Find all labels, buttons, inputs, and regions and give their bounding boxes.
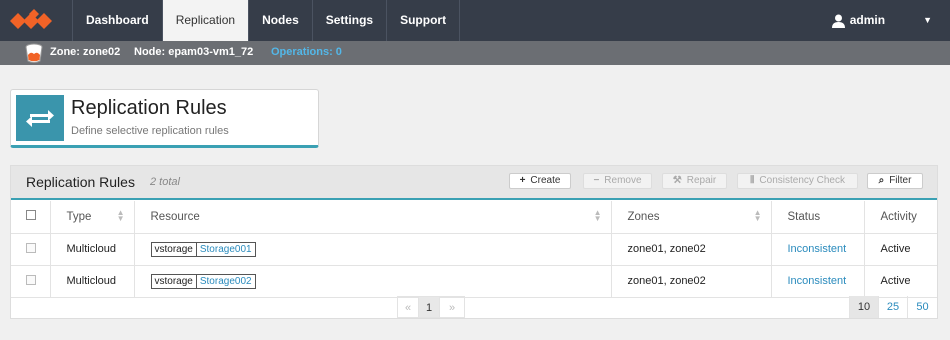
plus-icon: + [519, 175, 526, 186]
column-status: Status [771, 201, 865, 234]
status-link[interactable]: Inconsistent [788, 243, 847, 255]
row-select-cell [11, 265, 51, 298]
create-label: Create [530, 175, 561, 186]
select-all-checkbox[interactable] [26, 210, 36, 221]
nav-replication[interactable]: Replication [161, 0, 249, 41]
column-type-label: Type [66, 210, 92, 223]
top-navbar: Dashboard Replication Nodes Settings Sup… [0, 0, 950, 41]
resource-name-link[interactable]: Storage001 [196, 241, 256, 257]
zone-bucket-icon [25, 43, 43, 63]
next-page-button[interactable]: » [439, 296, 465, 318]
nav-settings[interactable]: Settings [311, 0, 386, 41]
row-select-cell [11, 233, 51, 266]
filter-button[interactable]: ⌕ Filter [867, 173, 923, 189]
pagination-bar: « 1 » 10 25 50 [11, 296, 937, 318]
column-zones-label: Zones [627, 210, 660, 223]
create-button[interactable]: + Create [509, 173, 571, 189]
page-title: Replication Rules [71, 97, 227, 119]
operations-link[interactable]: Operations: 0 [271, 46, 342, 58]
page-size-10[interactable]: 10 [849, 296, 878, 318]
page-subtitle: Define selective replication rules [71, 125, 229, 137]
resource-type-tag: vstorage [150, 273, 197, 289]
resource-type-tag: vstorage [150, 241, 197, 257]
table-row[interactable]: Multicloud vstorage Storage001 zone01, zo… [11, 233, 937, 266]
status-cell: Inconsistent [771, 233, 865, 266]
user-menu[interactable]: admin ▼ [831, 0, 932, 41]
zones-cell: zone01, zone02 [611, 233, 772, 266]
column-type[interactable]: Type ▲ ▼ [50, 201, 135, 234]
rules-table: Type ▲ ▼ Resource ▲ ▼ Zones ▲ ▼ Status Acti… [11, 201, 937, 298]
main-nav: Dashboard Replication Nodes Settings Sup… [72, 0, 461, 41]
context-bar: Zone: zone02 Node: epam03-vm1_72 Operati… [0, 41, 950, 65]
nav-dashboard[interactable]: Dashboard [72, 0, 162, 41]
resource-name-link[interactable]: Storage002 [196, 273, 256, 289]
zone-label: Zone: zone02 [50, 46, 121, 58]
page-size-50[interactable]: 50 [907, 296, 937, 318]
table-row[interactable]: Multicloud vstorage Storage002 zone01, zo… [11, 265, 937, 298]
remove-label: Remove [604, 175, 642, 186]
chevron-down-icon[interactable]: ▼ [923, 0, 932, 41]
page-header-card: Replication Rules Define selective repli… [10, 89, 319, 148]
column-activity-label: Activity [880, 210, 917, 223]
row-checkbox[interactable] [26, 242, 36, 253]
repair-button[interactable]: ⚒ Repair [662, 173, 727, 189]
status-cell: Inconsistent [771, 265, 865, 298]
nav-nodes[interactable]: Nodes [248, 0, 312, 41]
minus-icon: − [593, 175, 600, 186]
total-count: 2 total [150, 176, 180, 188]
search-icon: ⌕ [878, 175, 885, 186]
resource-cell: vstorage Storage002 [134, 265, 612, 298]
brand-logo-icon[interactable] [10, 9, 60, 33]
column-resource[interactable]: Resource ▲ ▼ [134, 201, 612, 234]
consistency-check-label: Consistency Check [759, 175, 845, 186]
consistency-check-button[interactable]: ⦀ Consistency Check [737, 173, 858, 189]
node-label: Node: epam03-vm1_72 [134, 46, 254, 58]
repair-label: Repair [686, 175, 717, 186]
bars-icon: ⦀ [750, 175, 755, 186]
filter-label: Filter [889, 175, 912, 186]
prev-page-button[interactable]: « [397, 296, 419, 318]
column-zones[interactable]: Zones ▲ ▼ [611, 201, 772, 234]
nav-support[interactable]: Support [386, 0, 461, 41]
page-1-button[interactable]: 1 [418, 296, 440, 318]
type-cell: Multicloud [50, 233, 135, 266]
zones-cell: zone01, zone02 [611, 265, 772, 298]
remove-button[interactable]: − Remove [583, 173, 652, 189]
table-header-row: Type ▲ ▼ Resource ▲ ▼ Zones ▲ ▼ Status Acti… [11, 201, 937, 234]
status-link[interactable]: Inconsistent [788, 275, 847, 287]
replication-arrows-icon [16, 95, 64, 141]
sort-icon[interactable]: ▲ ▼ [117, 209, 125, 223]
panel-toolbar: Replication Rules 2 total + Create − Remov… [11, 166, 937, 200]
sort-icon[interactable]: ▲ ▼ [754, 209, 762, 223]
activity-cell: Active [864, 233, 937, 266]
select-all-cell [11, 201, 51, 234]
rules-panel: Replication Rules 2 total + Create − Remov… [10, 165, 938, 319]
row-checkbox[interactable] [26, 274, 36, 285]
column-resource-label: Resource [150, 210, 200, 223]
resource-cell: vstorage Storage001 [134, 233, 612, 266]
sort-icon[interactable]: ▲ ▼ [594, 209, 602, 223]
panel-title: Replication Rules [26, 174, 135, 190]
username: admin [849, 13, 886, 27]
type-cell: Multicloud [50, 265, 135, 298]
column-activity: Activity [864, 201, 937, 234]
activity-cell: Active [864, 265, 937, 298]
column-status-label: Status [787, 210, 821, 223]
wrench-icon: ⚒ [672, 175, 682, 186]
user-icon [831, 14, 845, 28]
page-size-25[interactable]: 25 [878, 296, 907, 318]
